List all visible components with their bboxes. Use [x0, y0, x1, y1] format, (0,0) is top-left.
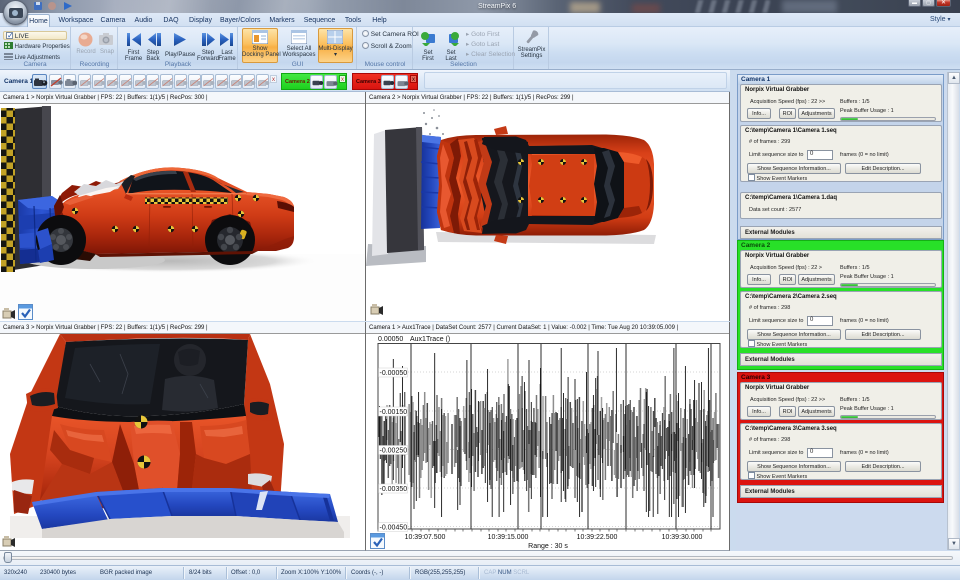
svg-text:10:39:22.500: 10:39:22.500	[577, 534, 618, 541]
svg-text:-0.00450: -0.00450	[380, 524, 408, 531]
svg-text:10:39:15.000: 10:39:15.000	[488, 534, 529, 541]
svg-text:-0.00250: -0.00250	[380, 447, 408, 454]
svg-text:-0.00150: -0.00150	[380, 409, 408, 416]
svg-text:10:39:30.000: 10:39:30.000	[662, 534, 703, 541]
svg-text:-0.00050: -0.00050	[380, 370, 408, 377]
svg-text:Range : 30 s: Range : 30 s	[528, 543, 568, 550]
svg-text:0.00050: 0.00050	[378, 336, 403, 343]
svg-text:10:39:07.500: 10:39:07.500	[405, 534, 446, 541]
svg-text:Aux1Trace (): Aux1Trace ()	[410, 336, 450, 343]
svg-text:-0.00350: -0.00350	[380, 486, 408, 493]
